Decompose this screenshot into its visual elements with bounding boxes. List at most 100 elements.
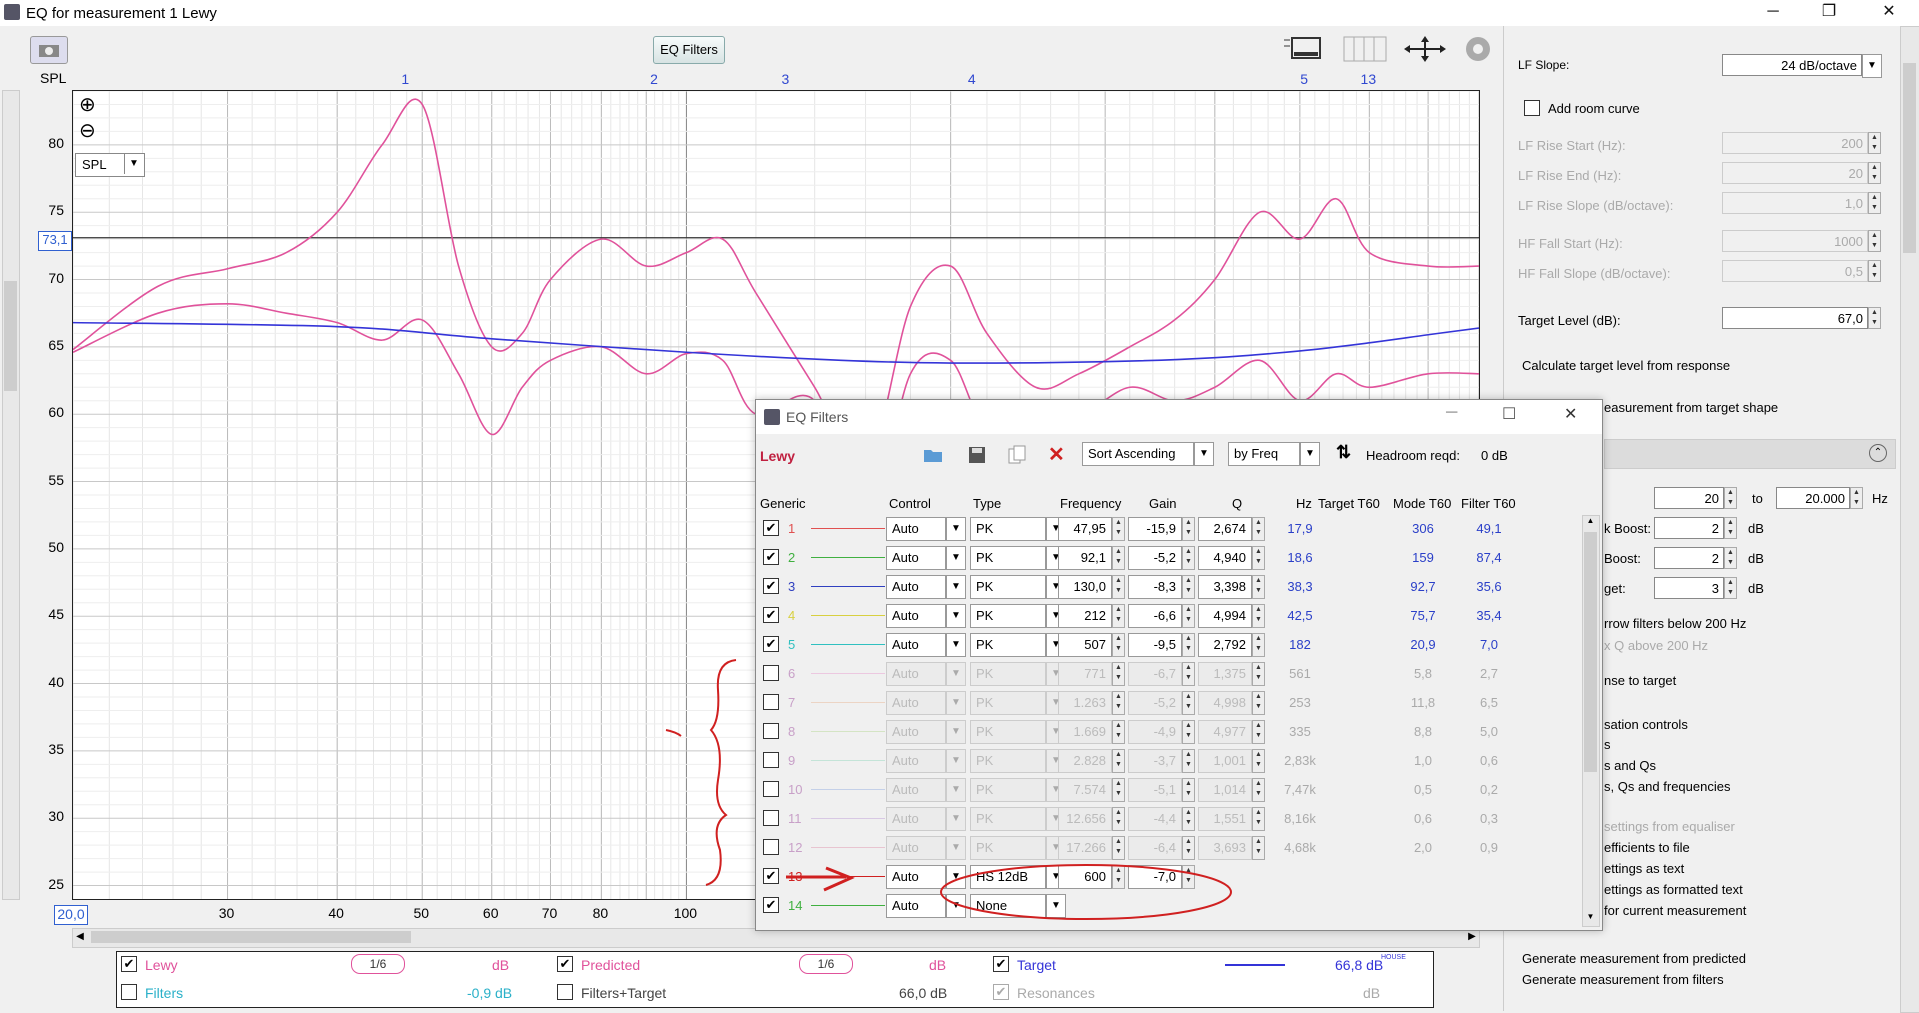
gain-spinner[interactable]: ▲ ▼ — [1182, 546, 1195, 570]
frequency-spinner[interactable]: ▲ ▼ — [1112, 720, 1125, 744]
gain-spinner[interactable]: ▲ ▼ — [1182, 604, 1195, 628]
gear-icon[interactable] — [1462, 34, 1494, 64]
filter-q-field[interactable]: 3,693 — [1198, 836, 1252, 860]
filter-gain-field[interactable]: -6,4 — [1128, 836, 1182, 860]
filter-frequency-field[interactable]: 771 — [1058, 662, 1112, 686]
lf-rise-end-spinner[interactable]: ▲ ▼ — [1868, 162, 1881, 184]
optimise-gains-link[interactable]: s — [1604, 737, 1611, 752]
hf-fall-start-field[interactable]: 1000 — [1722, 230, 1868, 252]
lf-rise-start-field[interactable]: 200 — [1722, 132, 1868, 154]
range-from-spinner[interactable]: ▲ ▼ — [1724, 487, 1737, 509]
x-start-field[interactable]: 20,0 — [54, 905, 88, 925]
filter-marker-label[interactable]: 2 — [644, 71, 664, 87]
frequency-spinner[interactable]: ▲ ▼ — [1112, 691, 1125, 715]
filter-control-select[interactable]: Auto — [886, 517, 946, 541]
scroll-left-icon[interactable]: ◀ — [73, 929, 87, 945]
q-spinner[interactable]: ▲ ▼ — [1252, 836, 1265, 860]
zoom-in-icon[interactable]: ⊕ — [79, 95, 96, 115]
close-button[interactable]: ✕ — [1866, 0, 1912, 26]
dialog-close-button[interactable]: ✕ — [1564, 404, 1577, 424]
filter-q-field[interactable]: 3,398 — [1198, 575, 1252, 599]
filter-q-field[interactable]: 4,940 — [1198, 546, 1252, 570]
filter-q-field[interactable]: 4,977 — [1198, 720, 1252, 744]
filter-frequency-field[interactable]: 2.828 — [1058, 749, 1112, 773]
lf-rise-end-field[interactable]: 20 — [1722, 162, 1868, 184]
spl-select[interactable]: SPL ▼ — [75, 153, 145, 177]
target-level-field[interactable]: 67,0 — [1722, 307, 1868, 329]
graph-horizontal-scrollbar[interactable]: ◀ ▶ — [72, 928, 1480, 948]
q-spinner[interactable]: ▲ ▼ — [1252, 633, 1265, 657]
boost2-spinner[interactable]: ▲ ▼ — [1724, 547, 1737, 569]
max-q-label[interactable]: x Q above 200 Hz — [1604, 638, 1708, 653]
filter-gain-field[interactable]: -5,2 — [1128, 546, 1182, 570]
restore-button[interactable]: ❐ — [1806, 0, 1852, 26]
scroll-thumb[interactable] — [4, 281, 17, 391]
filter-gain-field[interactable]: -3,7 — [1128, 749, 1182, 773]
q-spinner[interactable]: ▲ ▼ — [1252, 720, 1265, 744]
filter-enable-checkbox[interactable]: ✔ — [763, 520, 779, 536]
eq-filters-button[interactable]: EQ Filters — [653, 36, 725, 64]
filters-checkbox[interactable] — [121, 984, 137, 1000]
gain-spinner[interactable]: ▲ ▼ — [1182, 633, 1195, 657]
gain-spinner[interactable]: ▲ ▼ — [1182, 749, 1195, 773]
gain-spinner[interactable]: ▲ ▼ — [1182, 575, 1195, 599]
filter-frequency-field[interactable]: 17.266 — [1058, 836, 1112, 860]
filter-marker-label[interactable]: 13 — [1358, 71, 1378, 87]
filter-marker-label[interactable]: 5 — [1294, 71, 1314, 87]
scroll-thumb[interactable] — [1903, 63, 1916, 253]
filter-marker-label[interactable]: 1 — [395, 71, 415, 87]
optimise-gains-qs-freq-link[interactable]: s, Qs and frequencies — [1604, 779, 1730, 794]
range-from-field[interactable]: 20 — [1654, 487, 1724, 509]
q-spinner[interactable]: ▲ ▼ — [1252, 575, 1265, 599]
filter-type-select[interactable]: PK — [970, 604, 1046, 628]
filter-q-field[interactable]: 1,375 — [1198, 662, 1252, 686]
hf-fall-slope-spinner[interactable]: ▲ ▼ — [1868, 260, 1881, 282]
q-spinner[interactable]: ▲ ▼ — [1252, 517, 1265, 541]
lf-rise-slope-spinner[interactable]: ▲ ▼ — [1868, 192, 1881, 214]
filter-control-select[interactable]: Auto — [886, 546, 946, 570]
add-room-curve-checkbox[interactable] — [1524, 100, 1540, 116]
panel-scrollbar[interactable] — [1900, 26, 1919, 1013]
filter-enable-checkbox[interactable]: ✔ — [763, 607, 779, 623]
q-spinner[interactable]: ▲ ▼ — [1252, 778, 1265, 802]
filter-q-field[interactable]: 1,001 — [1198, 749, 1252, 773]
filter-frequency-field[interactable]: 507 — [1058, 633, 1112, 657]
collapse-icon[interactable]: ⌃ — [1869, 444, 1887, 462]
layout-icon[interactable] — [1282, 34, 1328, 64]
q-spinner[interactable]: ▲ ▼ — [1252, 691, 1265, 715]
boost1-spinner[interactable]: ▲ ▼ — [1724, 517, 1737, 539]
scroll-thumb[interactable] — [1584, 532, 1597, 772]
filter-q-field[interactable]: 1,014 — [1198, 778, 1252, 802]
section-header[interactable]: ⌃ — [1604, 439, 1896, 469]
columns-icon[interactable] — [1342, 34, 1388, 64]
filter-q-field[interactable]: 4,994 — [1198, 604, 1252, 628]
filter-frequency-field[interactable]: 92,1 — [1058, 546, 1112, 570]
copy-icon[interactable] — [1006, 444, 1028, 466]
filter-gain-field[interactable]: -4,4 — [1128, 807, 1182, 831]
gain-spinner[interactable]: ▲ ▼ — [1182, 517, 1195, 541]
open-folder-icon[interactable] — [922, 444, 944, 466]
filter-type-select[interactable]: PK — [970, 546, 1046, 570]
scroll-thumb[interactable] — [91, 931, 411, 943]
filter-frequency-field[interactable]: 47,95 — [1058, 517, 1112, 541]
frequency-spinner[interactable]: ▲ ▼ — [1112, 604, 1125, 628]
settings-from-equaliser-link[interactable]: settings from equaliser — [1604, 819, 1735, 834]
zoom-out-icon[interactable]: ⊖ — [79, 121, 96, 141]
gen-from-filters-link[interactable]: Generate measurement from filters — [1522, 972, 1724, 987]
range-to-field[interactable]: 20.000 — [1776, 487, 1850, 509]
narrow-filters-label[interactable]: rrow filters below 200 Hz — [1604, 616, 1746, 631]
filter-gain-field[interactable]: -15,9 — [1128, 517, 1182, 541]
filter-frequency-field[interactable]: 1.263 — [1058, 691, 1112, 715]
filter-q-field[interactable]: 1,551 — [1198, 807, 1252, 831]
predicted-checkbox[interactable]: ✔ — [557, 956, 573, 972]
lf-slope-select[interactable]: 24 dB/octave — [1722, 54, 1862, 76]
frequency-spinner[interactable]: ▲ ▼ — [1112, 575, 1125, 599]
filter-frequency-field[interactable]: 130,0 — [1058, 575, 1112, 599]
filter-control-select[interactable]: Auto — [886, 575, 946, 599]
filter-frequency-field[interactable]: 7.574 — [1058, 778, 1112, 802]
frequency-spinner[interactable]: ▲ ▼ — [1112, 836, 1125, 860]
gain-spinner[interactable]: ▲ ▼ — [1182, 836, 1195, 860]
target-checkbox[interactable]: ✔ — [993, 956, 1009, 972]
scroll-down-icon[interactable]: ▼ — [1584, 912, 1597, 926]
lf-rise-slope-field[interactable]: 1,0 — [1722, 192, 1868, 214]
